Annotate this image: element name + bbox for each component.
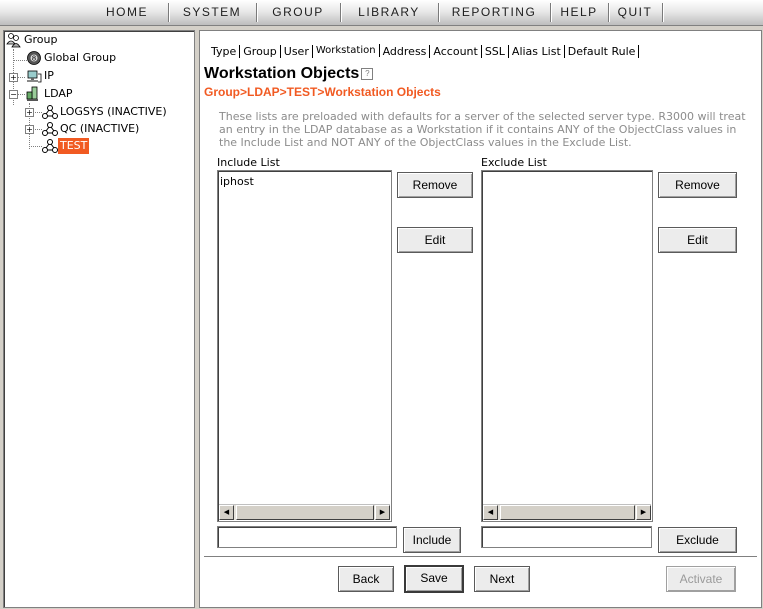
tab-default-rule[interactable]: Default Rule xyxy=(565,45,640,58)
page-title: Workstation Objects? xyxy=(204,65,374,83)
tree-label-test: TEST xyxy=(58,138,90,154)
expand-logsys-toggle[interactable]: + xyxy=(25,108,34,117)
scroll-right-icon[interactable]: ▶ xyxy=(636,505,651,520)
scroll-thumb[interactable] xyxy=(500,505,635,520)
exclude-button[interactable]: Exclude xyxy=(658,527,737,553)
tab-workstation[interactable]: Workstation xyxy=(313,44,380,57)
scroll-right-icon[interactable]: ▶ xyxy=(375,505,390,520)
menu-group[interactable]: GROUP xyxy=(258,0,338,25)
users-group-icon xyxy=(6,32,22,48)
tree-label-qc: QC (INACTIVE) xyxy=(60,122,140,135)
next-button[interactable]: Next xyxy=(474,566,530,592)
collapse-ldap-toggle[interactable]: − xyxy=(9,90,18,99)
footer-divider xyxy=(204,556,757,558)
expand-qc-toggle[interactable]: + xyxy=(25,125,34,134)
exclude-list-label: Exclude List xyxy=(481,156,547,169)
include-list-item[interactable]: iphost xyxy=(220,175,254,188)
tree-node-icon xyxy=(42,121,58,137)
ldap-server-icon xyxy=(26,86,42,102)
menu-separator xyxy=(662,3,664,22)
save-button[interactable]: Save xyxy=(404,565,464,593)
tab-type[interactable]: Type xyxy=(208,45,241,58)
exclude-list-hscrollbar[interactable]: ◀ ▶ xyxy=(483,504,651,520)
menu-home[interactable]: HOME xyxy=(88,0,166,25)
tree-connector xyxy=(33,129,42,130)
menu-library[interactable]: LIBRARY xyxy=(342,0,436,25)
include-button[interactable]: Include xyxy=(403,527,461,553)
activate-button[interactable]: Activate xyxy=(666,566,736,592)
tab-bar: Type Group User Workstation Address Account SS… xyxy=(208,44,640,61)
network-computer-icon xyxy=(26,68,42,84)
exclude-list[interactable]: ◀ ▶ xyxy=(481,170,653,522)
tree-connector xyxy=(17,77,25,78)
tab-address[interactable]: Address xyxy=(380,45,431,58)
menu-quit[interactable]: QUIT xyxy=(610,0,660,25)
tree-label-root: Group xyxy=(24,33,58,46)
exclude-value-input[interactable] xyxy=(481,526,652,548)
tab-alias-list[interactable]: Alias List xyxy=(509,45,565,58)
tree-item-ldap[interactable]: LDAP xyxy=(26,86,75,102)
description-text: These lists are preloaded with defaults … xyxy=(219,110,746,149)
tree-label-ip: IP xyxy=(44,69,54,82)
scroll-thumb[interactable] xyxy=(236,505,374,520)
tree-connector xyxy=(33,112,42,113)
include-list-hscrollbar[interactable]: ◀ ▶ xyxy=(219,504,390,520)
tree-item-qc[interactable]: QC (INACTIVE) xyxy=(42,121,141,137)
include-remove-button[interactable]: Remove xyxy=(397,172,473,198)
breadcrumb: Group>LDAP>TEST>Workstation Objects xyxy=(204,85,441,99)
top-menu-bar: HOME SYSTEM GROUP LIBRARY REPORTING HELP… xyxy=(0,0,763,26)
expand-ip-toggle[interactable]: + xyxy=(9,73,18,82)
tree-item-root[interactable]: Group xyxy=(6,32,60,48)
tree-connector xyxy=(13,60,27,61)
tree-node-icon xyxy=(42,104,58,120)
tree-connector xyxy=(17,94,25,95)
tree-item-test[interactable]: TEST xyxy=(42,138,90,154)
include-edit-button[interactable]: Edit xyxy=(397,227,473,253)
globe-icon: 8 xyxy=(26,50,42,66)
menu-reporting[interactable]: REPORTING xyxy=(440,0,548,25)
tree-item-ip[interactable]: IP xyxy=(26,68,56,84)
tree-label-logsys: LOGSYS (INACTIVE) xyxy=(60,105,167,118)
tree-label-ldap: LDAP xyxy=(44,87,73,100)
exclude-edit-button[interactable]: Edit xyxy=(658,227,737,253)
help-icon[interactable]: ? xyxy=(361,67,374,80)
exclude-remove-button[interactable]: Remove xyxy=(658,172,737,198)
svg-text:8: 8 xyxy=(32,55,36,63)
include-list[interactable]: iphost ◀ ▶ xyxy=(217,170,392,522)
include-value-input[interactable] xyxy=(217,526,397,548)
page-title-text: Workstation Objects xyxy=(204,65,360,82)
tree-item-global-group[interactable]: 8 Global Group xyxy=(26,50,118,66)
tree-label-global-group: Global Group xyxy=(44,51,117,64)
tree-node-icon xyxy=(42,138,58,154)
tree-connector xyxy=(29,146,42,147)
tree-item-logsys[interactable]: LOGSYS (INACTIVE) xyxy=(42,104,169,120)
menu-system[interactable]: SYSTEM xyxy=(170,0,254,25)
group-tree-panel: Group 8 Global Group + IP − LDAP + LOGSY… xyxy=(3,30,195,608)
menu-help[interactable]: HELP xyxy=(552,0,606,25)
include-list-label: Include List xyxy=(217,156,280,169)
tab-ssl[interactable]: SSL xyxy=(482,45,509,58)
scroll-left-icon[interactable]: ◀ xyxy=(483,505,498,520)
back-button[interactable]: Back xyxy=(338,566,394,592)
workstation-objects-panel: Type Group User Workstation Address Account SS… xyxy=(199,30,762,608)
tab-group[interactable]: Group xyxy=(240,45,281,58)
tab-user[interactable]: User xyxy=(281,45,313,58)
scroll-left-icon[interactable]: ◀ xyxy=(219,505,234,520)
tab-account[interactable]: Account xyxy=(430,45,482,58)
